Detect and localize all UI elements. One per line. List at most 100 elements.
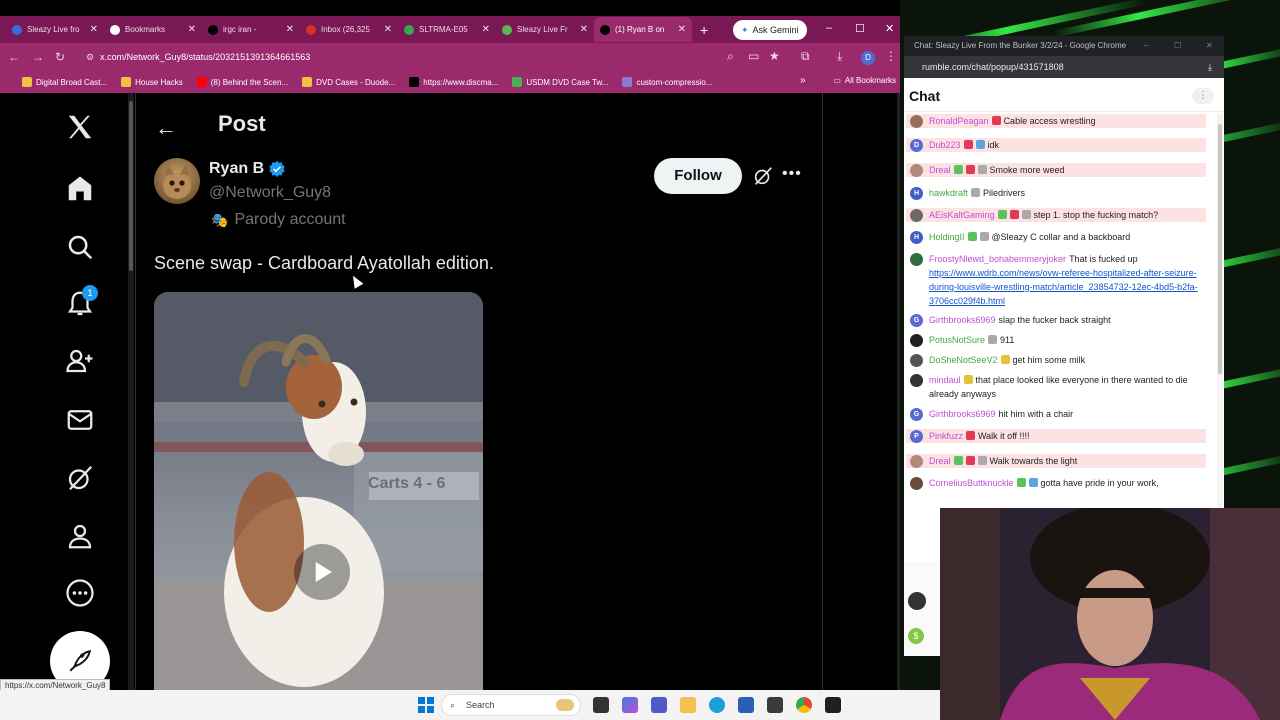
follow-user-icon[interactable] [62, 343, 98, 379]
x-logo-icon[interactable] [62, 109, 98, 145]
bookmark-item[interactable]: USDM DVD Case Tw... [512, 77, 608, 87]
chat-url-bar[interactable]: rumble.com/chat/popup/431571808 ⤓ [904, 56, 1224, 78]
grok-explain-icon[interactable] [752, 165, 774, 187]
video-thumbnail[interactable]: Carts 4 - 6 [154, 292, 483, 690]
site-info-icon[interactable]: ⚙ [86, 52, 94, 62]
more-options-icon[interactable] [62, 575, 98, 611]
chat-username[interactable]: Girthbrooks6969 [929, 315, 996, 325]
chat-username[interactable]: Dreal [929, 456, 951, 466]
tab-close-icon[interactable]: ✕ [678, 24, 686, 35]
windows-start-icon[interactable] [418, 697, 434, 713]
browser-tab[interactable]: irgc iran - ✕ [202, 17, 300, 42]
close-window-button[interactable]: ✕ [1206, 36, 1213, 56]
extensions-icon[interactable]: ⧉ [801, 49, 810, 64]
chat-avatar[interactable]: G [910, 408, 923, 421]
app-icon[interactable] [767, 697, 783, 713]
follow-button[interactable]: Follow [654, 158, 742, 194]
browser-tab[interactable]: Sleazy Live Fr ✕ [496, 17, 594, 42]
teams-icon[interactable] [651, 697, 667, 713]
messages-envelope-icon[interactable] [62, 402, 98, 438]
chat-scrollbar-thumb[interactable] [1218, 124, 1222, 374]
minimize-button[interactable]: – [826, 22, 832, 34]
tab-close-icon[interactable]: ✕ [482, 24, 490, 35]
forward-icon[interactable]: → [32, 50, 44, 64]
chat-username[interactable]: FroostyNlewd_bohabemmeryjoker [929, 254, 1066, 264]
store-icon[interactable] [738, 697, 754, 713]
browser-tab[interactable]: Inbox (26,325 ✕ [300, 17, 398, 42]
home-icon[interactable] [62, 171, 98, 207]
maximize-button[interactable]: ☐ [855, 22, 865, 35]
maximize-button[interactable]: ☐ [1174, 36, 1181, 56]
author-handle[interactable]: @Network_Guy8 [209, 184, 331, 202]
browser-tab[interactable]: SLTRMA-E05 ✕ [398, 17, 496, 42]
chat-link[interactable]: https://www.wdrb.com/news/ovw-referee-ho… [929, 268, 1198, 306]
bookmark-item[interactable]: DVD Cases - Duode... [302, 77, 395, 87]
grok-icon[interactable] [62, 460, 98, 496]
chat-avatar[interactable] [910, 374, 923, 387]
bookmark-star-icon[interactable]: ★ [769, 49, 780, 63]
chat-avatar[interactable]: H [910, 231, 923, 244]
profile-icon[interactable] [62, 518, 98, 554]
bookmark-item[interactable]: (8) Behind the Scen... [196, 77, 288, 87]
zoom-icon[interactable]: ⌕ [727, 49, 734, 64]
chat-avatar[interactable]: H [910, 187, 923, 200]
chat-avatar[interactable] [910, 209, 923, 222]
chat-avatar[interactable]: G [910, 314, 923, 327]
minimize-button[interactable]: – [1144, 36, 1148, 56]
chat-username[interactable]: mindaul [929, 375, 961, 385]
copilot-icon[interactable] [622, 697, 638, 713]
more-options-icon[interactable]: ••• [782, 165, 802, 183]
back-icon[interactable]: ← [8, 50, 20, 64]
page-scrollbar-thumb[interactable] [129, 101, 133, 271]
app-icon[interactable] [825, 697, 841, 713]
rant-dollar-icon[interactable]: $ [908, 628, 924, 644]
all-bookmarks[interactable]: ▭ All Bookmarks [833, 76, 896, 85]
back-arrow-icon[interactable]: ← [155, 115, 177, 141]
chat-avatar[interactable] [910, 354, 923, 367]
tab-close-icon[interactable]: ✕ [188, 24, 196, 35]
chat-username[interactable]: Girthbrooks6969 [929, 409, 996, 419]
author-avatar[interactable] [154, 158, 200, 204]
chat-avatar[interactable] [910, 164, 923, 177]
new-tab-button[interactable]: + [700, 22, 708, 38]
author-name[interactable]: Ryan B [209, 160, 286, 178]
menu-icon[interactable]: ⋮ [885, 49, 897, 63]
file-explorer-icon[interactable] [680, 697, 696, 713]
chat-avatar[interactable] [910, 253, 923, 266]
tab-close-icon[interactable]: ✕ [384, 24, 392, 35]
chat-username[interactable]: Dub223 [929, 140, 961, 150]
bookmark-item[interactable]: Digital Broad Cast... [22, 77, 107, 87]
play-button[interactable] [294, 544, 350, 600]
chat-menu-icon[interactable]: ⋮ [1192, 88, 1214, 104]
tab-close-icon[interactable]: ✕ [286, 24, 294, 35]
chat-username[interactable]: CorneliusButtknuckle [929, 478, 1014, 488]
chat-username[interactable]: HoldingII [929, 232, 965, 242]
chat-username[interactable]: AEisKaltGaming [929, 210, 995, 220]
bookmark-item[interactable]: House Hacks [121, 77, 183, 87]
cast-icon[interactable]: ▭ [748, 49, 759, 63]
chat-username[interactable]: Pinkfuzz [929, 431, 963, 441]
chrome-icon[interactable] [796, 697, 812, 713]
browser-tab[interactable]: Bookmarks ✕ [104, 17, 202, 42]
tab-close-icon[interactable]: ✕ [90, 24, 98, 35]
chat-avatar[interactable] [910, 477, 923, 490]
chat-username[interactable]: Dreal [929, 165, 951, 175]
taskbar-search[interactable]: ⌕ Search [441, 694, 581, 716]
right-scrollbar[interactable] [897, 93, 900, 690]
search-icon[interactable] [62, 229, 98, 265]
profile-avatar[interactable]: D [861, 51, 875, 65]
edge-icon[interactable] [709, 697, 725, 713]
user-avatar[interactable] [908, 592, 926, 610]
chat-avatar[interactable]: D [910, 139, 923, 152]
download-icon[interactable]: ⤓ [1208, 56, 1212, 78]
ask-gemini-button[interactable]: ✦ Ask Gemini [733, 20, 807, 40]
bookmarks-overflow-icon[interactable]: » [800, 75, 806, 86]
browser-tab[interactable]: Sleazy Live fro ✕ [6, 17, 104, 42]
task-view-icon[interactable] [593, 697, 609, 713]
bookmark-item[interactable]: https://www.discma... [409, 77, 498, 87]
bookmark-item[interactable]: custom-compressio... [622, 77, 713, 87]
chat-username[interactable]: PotusNotSure [929, 335, 985, 345]
chat-avatar[interactable] [910, 455, 923, 468]
chat-avatar[interactable] [910, 334, 923, 347]
reload-icon[interactable]: ↻ [55, 50, 65, 64]
